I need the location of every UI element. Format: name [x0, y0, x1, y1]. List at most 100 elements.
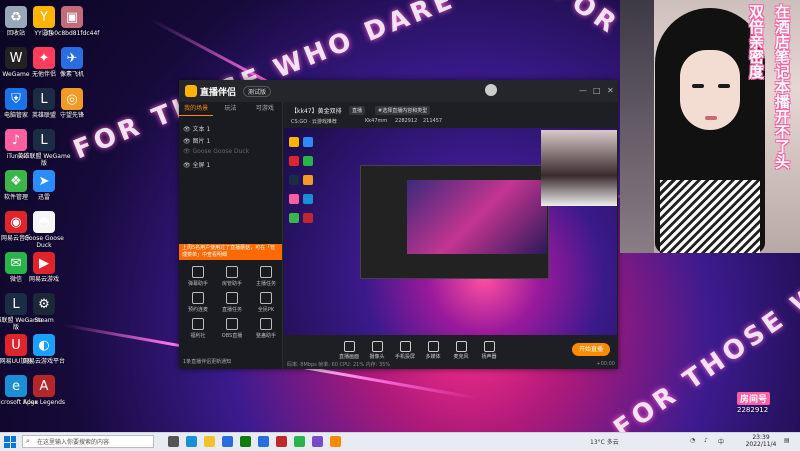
live-companion-window: 直播伴侣 测试版 — □ ✕ 我的场景 玩法 可游戏 👁 文本 1 👁 图片 1 👁… — [179, 80, 618, 369]
scene-sidebar: 我的场景 玩法 可游戏 👁 文本 1 👁 图片 1 👁 Goose Goose Du… — [179, 102, 283, 369]
speaker-icon — [483, 341, 495, 352]
search-icon: ⌕ — [26, 437, 30, 445]
network-icon[interactable]: ◔ — [690, 437, 695, 444]
taskbar-search-input[interactable]: 在这里输入你要搜索的内容 — [22, 435, 154, 448]
nested-preview-window — [360, 165, 549, 279]
tool-link-mic[interactable]: 预约连麦 — [181, 292, 215, 313]
mic-icon — [455, 341, 467, 352]
desktop-icon[interactable]: ▶ 网易云游戏 — [16, 252, 72, 283]
control-label: 手机投屏 — [394, 354, 415, 360]
notification-icon[interactable]: ▤ — [784, 437, 790, 444]
notice-banner[interactable]: 上周5名用户使用过了直播蘑菇，可在「管理菜单」中查看明细 — [179, 244, 282, 260]
wechat-taskbar-icon[interactable] — [294, 436, 305, 447]
desktop-icon-label: Goose Goose Duck — [24, 235, 64, 249]
stream-tag[interactable]: 直播 — [349, 106, 366, 115]
host-task-icon — [260, 266, 272, 278]
live-companion-icon[interactable] — [330, 436, 341, 447]
tool-live-task[interactable]: 直播任务 — [215, 292, 249, 313]
tool-welfare[interactable]: 福利社 — [181, 318, 215, 339]
speaker-button[interactable]: 扬声器 — [475, 341, 503, 360]
taskbar: 在这里输入你要搜索的内容 ⌕ 13°C 多云 ◔ ♪ 中 23:39 2022/… — [0, 432, 800, 451]
stream-title[interactable]: 【kk47】黄金双排 — [291, 106, 342, 115]
app-logo: 直播伴侣 — [185, 84, 236, 98]
tool-barrage[interactable]: 弹幕助手 — [181, 266, 215, 287]
sidebar-tabs: 我的场景 玩法 可游戏 — [179, 102, 282, 116]
viewers-label: 211457 — [423, 118, 443, 124]
category-label[interactable]: CS:GO · 云游戏推荐 — [291, 118, 337, 125]
tab-my-scenes[interactable]: 我的场景 — [179, 102, 214, 116]
tool-pk[interactable]: 全民PK — [249, 292, 283, 313]
go-live-button[interactable]: 开始直播 — [572, 343, 610, 356]
desktop-icon[interactable]: ➤ 迅雷 — [16, 170, 72, 201]
visibility-icon[interactable]: 👁 — [183, 148, 193, 155]
game-icon[interactable] — [276, 436, 287, 447]
tab-play[interactable]: 玩法 — [213, 102, 247, 116]
tool-room-admin[interactable]: 房管助手 — [215, 266, 249, 287]
version-badge[interactable]: 测试版 — [243, 86, 272, 97]
volume-icon[interactable]: ♪ — [704, 437, 708, 444]
desktop-icon[interactable]: A Apex Legends — [16, 375, 72, 406]
stats-text: 码率: 8Mbps 帧率: 60 CPU: 21% 内存: 35% — [287, 362, 391, 368]
visibility-icon[interactable]: 👁 — [183, 162, 193, 169]
tool-label: 预约连麦 — [187, 307, 208, 313]
tool-prank[interactable]: 整蛊助手 — [249, 318, 283, 339]
desktop-icon[interactable]: ◐ 网易云游戏平台 — [16, 334, 72, 365]
phone-cast-icon — [399, 341, 411, 352]
nested-preview-canvas — [407, 180, 547, 254]
edge-taskbar-icon[interactable] — [186, 436, 197, 447]
striped-shirt — [660, 180, 760, 253]
clock[interactable]: 23:39 2022/11/4 — [743, 434, 779, 448]
stream-main: 【kk47】黄金双排 直播 #选择直播内容和类型 CS:GO · 云游戏推荐 K… — [283, 102, 618, 369]
update-hint[interactable]: 1条直播伴侣更新通知 — [183, 358, 231, 365]
desktop-icon[interactable]: ◓ Goose Goose Duck — [16, 211, 72, 249]
streamer-lips — [705, 116, 717, 120]
explorer-icon[interactable] — [204, 436, 215, 447]
screen-icon — [343, 341, 355, 352]
visibility-icon[interactable]: 👁 — [183, 138, 193, 145]
start-button[interactable] — [4, 436, 16, 448]
desktop-icon[interactable]: ◎ 守望先锋 — [44, 88, 100, 119]
mic-button[interactable]: 麦克风 — [447, 341, 475, 360]
streamer-eye — [718, 84, 730, 88]
minimize-button[interactable]: — — [579, 86, 587, 95]
scene-item[interactable]: 👁 全屏 1 — [183, 160, 210, 169]
tool-obs[interactable]: OBS直播 — [215, 318, 249, 339]
pk-icon — [260, 292, 272, 304]
visibility-icon[interactable]: 👁 — [183, 126, 193, 133]
scene-item[interactable]: 👁 文本 1 — [183, 124, 210, 133]
photos-icon[interactable] — [312, 436, 323, 447]
avatar[interactable] — [485, 84, 497, 96]
xbox-icon[interactable] — [240, 436, 251, 447]
desktop-icon[interactable]: ✈ 像素飞机 — [44, 47, 100, 78]
desktop-icon[interactable]: ⚙ Steam — [16, 293, 72, 324]
desktop-icon-label: 网易云游戏 — [28, 276, 59, 283]
screen-button[interactable]: 直播画面 — [335, 341, 363, 360]
desktop-icon[interactable]: L 英雄联盟 WeGame版 — [16, 129, 72, 167]
camera-button[interactable]: 摄像头 — [363, 341, 391, 360]
ime-icon[interactable]: 中 — [718, 437, 724, 446]
mail-icon[interactable] — [258, 436, 269, 447]
stream-tag[interactable]: #选择直播内容和类型 — [375, 106, 431, 115]
task-view-icon[interactable] — [168, 436, 179, 447]
scene-name: Goose Goose Duck — [192, 148, 250, 155]
desktop-icon[interactable]: ▣ 3fe0c8bd81fdc44f — [44, 6, 100, 37]
close-button[interactable]: ✕ — [607, 86, 614, 95]
media-button[interactable]: 多媒体 — [419, 341, 447, 360]
tool-host-task[interactable]: 主播任务 — [249, 266, 283, 287]
weather-widget[interactable]: 13°C 多云 — [590, 437, 619, 446]
stream-preview[interactable] — [284, 128, 617, 335]
app-name: 直播伴侣 — [200, 87, 237, 98]
stream-stats: 码率: 8Mbps 帧率: 60 CPU: 21% 内存: 35% +00:00 — [287, 361, 615, 368]
goose-icon: ◓ — [33, 211, 55, 233]
maximize-button[interactable]: □ — [593, 86, 601, 95]
title-bar: 直播伴侣 测试版 — □ ✕ — [179, 80, 618, 102]
scene-item[interactable]: 👁 Goose Goose Duck — [183, 148, 249, 155]
store-icon[interactable] — [222, 436, 233, 447]
camera-icon — [371, 341, 383, 352]
desktop-icon-label: 网易云游戏平台 — [22, 358, 65, 365]
tab-games[interactable]: 可游戏 — [248, 102, 282, 116]
prank-icon — [260, 318, 272, 330]
media-icon — [427, 341, 439, 352]
phone-cast-button[interactable]: 手机投屏 — [391, 341, 419, 360]
scene-item[interactable]: 👁 图片 1 — [183, 136, 210, 145]
